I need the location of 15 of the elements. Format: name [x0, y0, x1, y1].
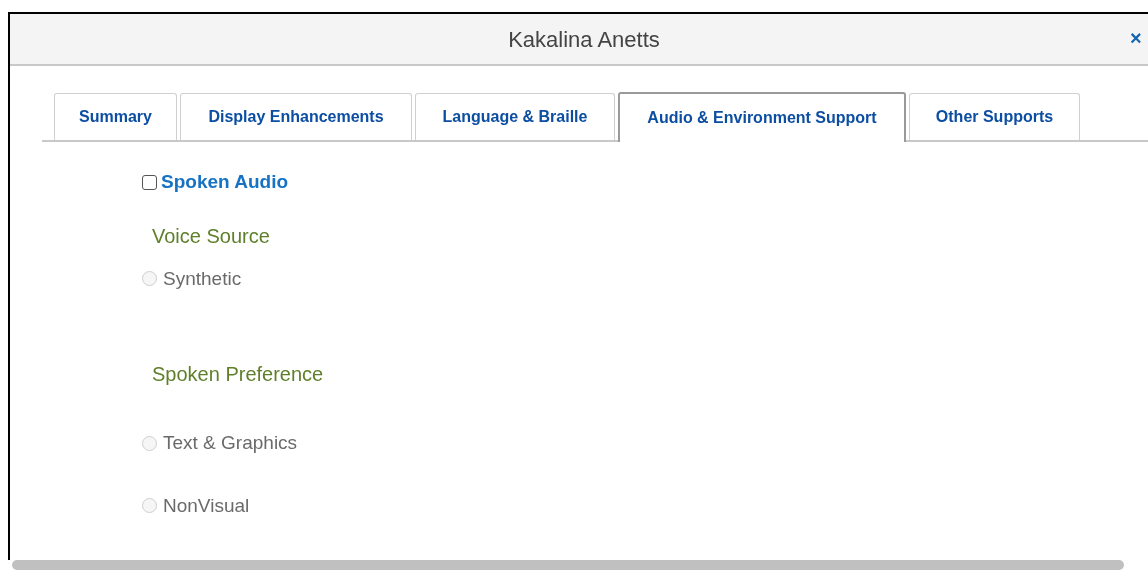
radio-label: Text & Graphics [163, 431, 298, 455]
checkbox-label: Spoken Audio [161, 170, 289, 194]
section-heading: Voice Source [152, 223, 270, 249]
tab[interactable]: Other Supports [909, 93, 1080, 140]
tab[interactable]: Display Enhancements [180, 93, 412, 140]
radio-label: NonVisual [163, 493, 250, 518]
radio-label: Synthetic [163, 266, 242, 291]
tab[interactable]: Language & Braille [415, 93, 615, 140]
close-button[interactable]: × [1130, 28, 1142, 48]
section-heading: Spoken Preference [152, 362, 324, 387]
checkbox[interactable] [142, 174, 157, 190]
tab[interactable]: Summary [54, 93, 177, 140]
tab[interactable]: Audio & Environment Support [618, 92, 906, 142]
scrollbar-thumb[interactable] [12, 560, 1124, 570]
dialog-title: Kakalina Anetts [508, 25, 660, 54]
